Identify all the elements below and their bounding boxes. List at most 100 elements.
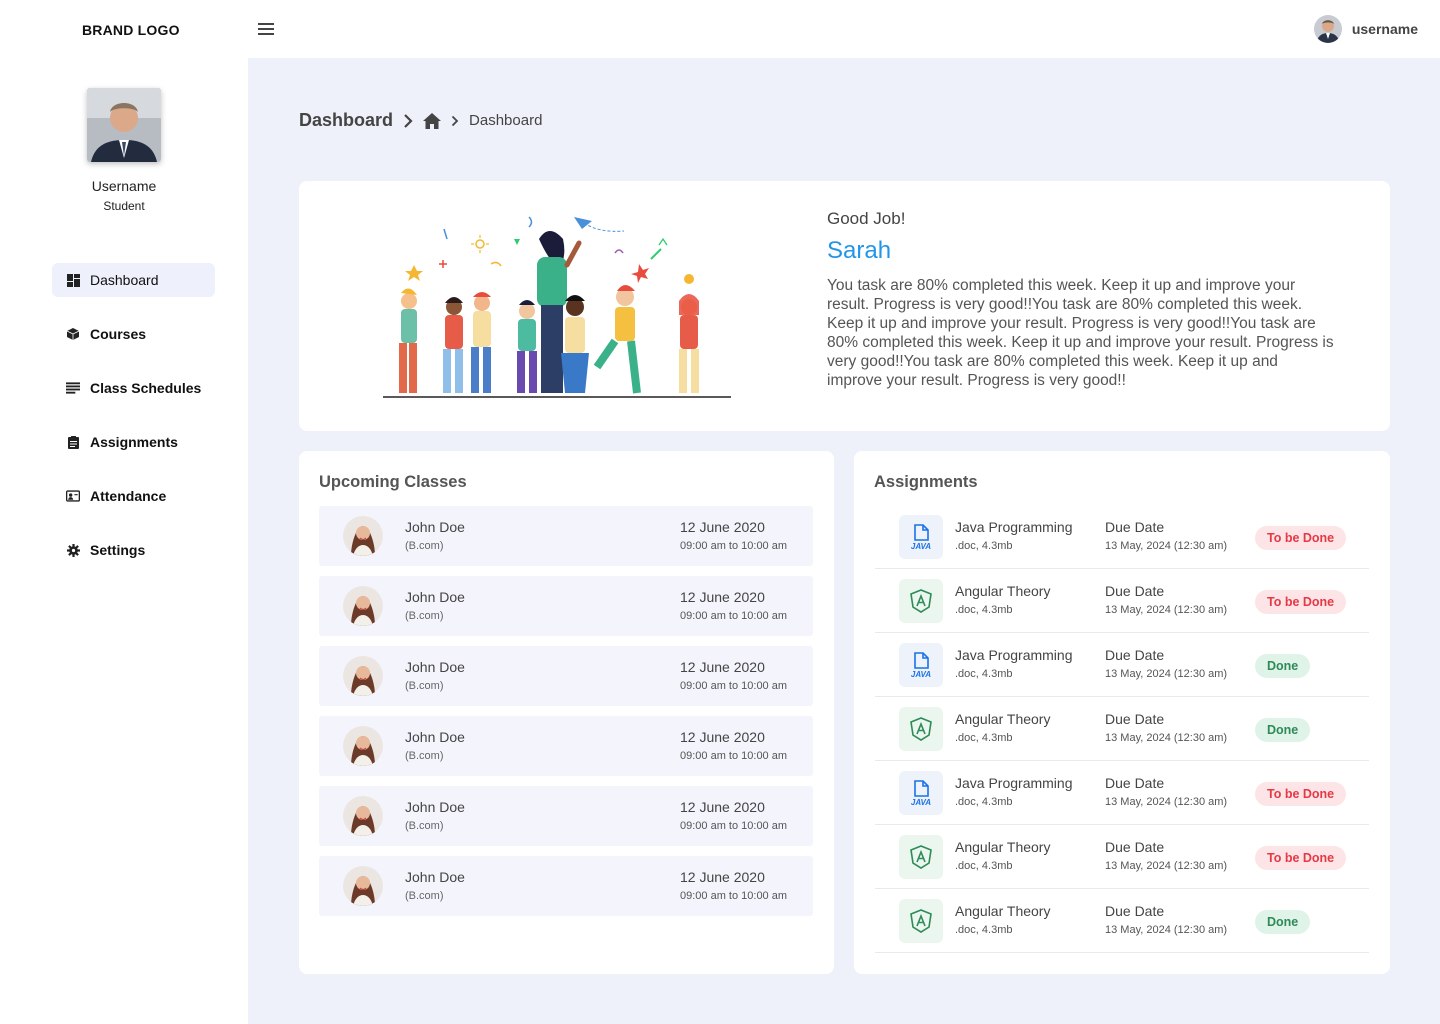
class-teacher-name: John Doe — [405, 659, 465, 675]
class-date: 12 June 2020 — [680, 519, 765, 535]
kids-illustration — [379, 209, 739, 404]
status-badge: Done — [1255, 654, 1311, 678]
user-menu[interactable]: username — [1313, 15, 1418, 43]
avatar — [343, 656, 383, 696]
due-date-value: 13 May, 2024 (12:30 am) — [1105, 924, 1228, 936]
due-date-value: 13 May, 2024 (12:30 am) — [1105, 732, 1228, 744]
assignment-file-meta: .doc, 4.3mb — [955, 732, 1013, 744]
dashboard-icon — [66, 273, 80, 287]
hero-kicker: Good Job! — [827, 209, 906, 228]
class-course: (B.com) — [405, 750, 444, 762]
sidebar-item-dashboard[interactable]: Dashboard — [52, 263, 216, 297]
class-course: (B.com) — [405, 680, 444, 692]
assignment-file-meta: .doc, 4.3mb — [955, 860, 1013, 872]
class-date: 12 June 2020 — [680, 659, 765, 675]
due-date-value: 13 May, 2024 (12:30 am) — [1105, 604, 1228, 616]
profile-name: Username — [91, 178, 157, 194]
assignment-name: Angular Theory — [955, 839, 1051, 855]
sidebar: Username Student Dashboard Courses Class… — [0, 58, 248, 1024]
svg-text:JAVA: JAVA — [911, 542, 931, 550]
list-icon — [66, 381, 80, 395]
due-date-value: 13 May, 2024 (12:30 am) — [1105, 860, 1228, 872]
badge-icon — [66, 489, 80, 503]
page-title: Dashboard — [299, 110, 394, 130]
class-teacher-name: John Doe — [405, 589, 465, 605]
class-time: 09:00 am to 10:00 am — [680, 820, 788, 832]
class-date: 12 June 2020 — [680, 729, 765, 745]
sidebar-item-label: Attendance — [90, 488, 167, 504]
sidebar-item-settings[interactable]: Settings — [52, 533, 215, 567]
status-badge: To be Done — [1255, 526, 1347, 550]
assignment-row[interactable]: JAVA Java Programming .doc, 4.3mb Due Da… — [875, 633, 1369, 697]
assignment-file-meta: .doc, 4.3mb — [955, 796, 1013, 808]
class-row[interactable]: John Doe (B.com) 12 June 2020 09:00 am t… — [319, 646, 813, 706]
brand-logo[interactable]: BRAND LOGO — [82, 22, 180, 38]
card-title: Upcoming Classes — [319, 473, 467, 491]
class-row[interactable]: John Doe (B.com) 12 June 2020 09:00 am t… — [319, 856, 813, 916]
top-username: username — [1351, 21, 1418, 37]
assignment-row[interactable]: JAVA Java Programming .doc, 4.3mb Due Da… — [875, 505, 1369, 569]
profile-role: Student — [103, 199, 145, 213]
angular-icon — [899, 835, 943, 879]
java-file-icon: JAVA — [899, 771, 943, 815]
assignment-file-meta: .doc, 4.3mb — [955, 668, 1013, 680]
status-badge: Done — [1255, 910, 1311, 934]
due-date-value: 13 May, 2024 (12:30 am) — [1105, 668, 1228, 680]
hamburger-menu-icon[interactable] — [258, 23, 274, 37]
sidebar-item-label: Class Schedules — [90, 380, 202, 396]
status-badge: To be Done — [1255, 782, 1347, 806]
assignment-file-meta: .doc, 4.3mb — [955, 924, 1013, 936]
avatar — [343, 726, 383, 766]
assignment-name: Java Programming — [955, 647, 1073, 663]
assignment-file-meta: .doc, 4.3mb — [955, 604, 1013, 616]
class-row[interactable]: John Doe (B.com) 12 June 2020 09:00 am t… — [319, 786, 813, 846]
assignment-row[interactable]: Angular Theory .doc, 4.3mb Due Date 13 M… — [875, 569, 1369, 633]
sidebar-item-courses[interactable]: Courses — [52, 317, 215, 351]
due-date-label: Due Date — [1105, 583, 1165, 599]
assignment-row[interactable]: Angular Theory .doc, 4.3mb Due Date 13 M… — [875, 697, 1369, 761]
assignment-row[interactable]: Angular Theory .doc, 4.3mb Due Date 13 M… — [875, 889, 1369, 953]
avatar — [343, 586, 383, 626]
avatar — [343, 516, 383, 556]
status-badge: To be Done — [1255, 590, 1347, 614]
sidebar-item-label: Dashboard — [90, 272, 159, 288]
svg-text:JAVA: JAVA — [911, 670, 931, 678]
sidebar-item-label: Settings — [90, 542, 146, 558]
assignment-name: Angular Theory — [955, 711, 1051, 727]
assignments-card: Assignments JAVA Java Programming .doc, … — [854, 451, 1390, 974]
profile-photo — [87, 88, 161, 162]
class-teacher-name: John Doe — [405, 519, 465, 535]
assignment-row[interactable]: JAVA Java Programming .doc, 4.3mb Due Da… — [875, 761, 1369, 825]
status-badge: To be Done — [1255, 846, 1347, 870]
due-date-label: Due Date — [1105, 839, 1165, 855]
clipboard-icon — [66, 435, 80, 449]
assignment-file-meta: .doc, 4.3mb — [955, 540, 1013, 552]
welcome-card: Good Job! Sarah You task are 80% complet… — [299, 181, 1390, 431]
class-row[interactable]: John Doe (B.com) 12 June 2020 09:00 am t… — [319, 716, 813, 776]
sidebar-item-label: Assignments — [90, 434, 178, 450]
class-row[interactable]: John Doe (B.com) 12 June 2020 09:00 am t… — [319, 576, 813, 636]
class-time: 09:00 am to 10:00 am — [680, 610, 788, 622]
due-date-label: Due Date — [1105, 775, 1165, 791]
card-title: Assignments — [874, 473, 978, 491]
class-course: (B.com) — [405, 820, 444, 832]
class-date: 12 June 2020 — [680, 869, 765, 885]
class-course: (B.com) — [405, 610, 444, 622]
sidebar-item-attendance[interactable]: Attendance — [52, 479, 215, 513]
angular-icon — [899, 707, 943, 751]
class-row[interactable]: John Doe (B.com) 12 June 2020 09:00 am t… — [319, 506, 813, 566]
sidebar-item-label: Courses — [90, 326, 147, 342]
avatar — [343, 796, 383, 836]
assignment-list: JAVA Java Programming .doc, 4.3mb Due Da… — [875, 505, 1369, 953]
sidebar-item-class-schedules[interactable]: Class Schedules — [52, 371, 215, 405]
assignment-name: Java Programming — [955, 775, 1073, 791]
sidebar-item-assignments[interactable]: Assignments — [52, 425, 215, 459]
class-list: John Doe (B.com) 12 June 2020 09:00 am t… — [319, 506, 813, 926]
chevron-right-icon — [451, 115, 459, 127]
status-badge: Done — [1255, 718, 1311, 742]
cube-icon — [66, 327, 80, 341]
class-course: (B.com) — [405, 540, 444, 552]
home-icon[interactable] — [423, 112, 442, 129]
class-time: 09:00 am to 10:00 am — [680, 680, 788, 692]
assignment-row[interactable]: Angular Theory .doc, 4.3mb Due Date 13 M… — [875, 825, 1369, 889]
